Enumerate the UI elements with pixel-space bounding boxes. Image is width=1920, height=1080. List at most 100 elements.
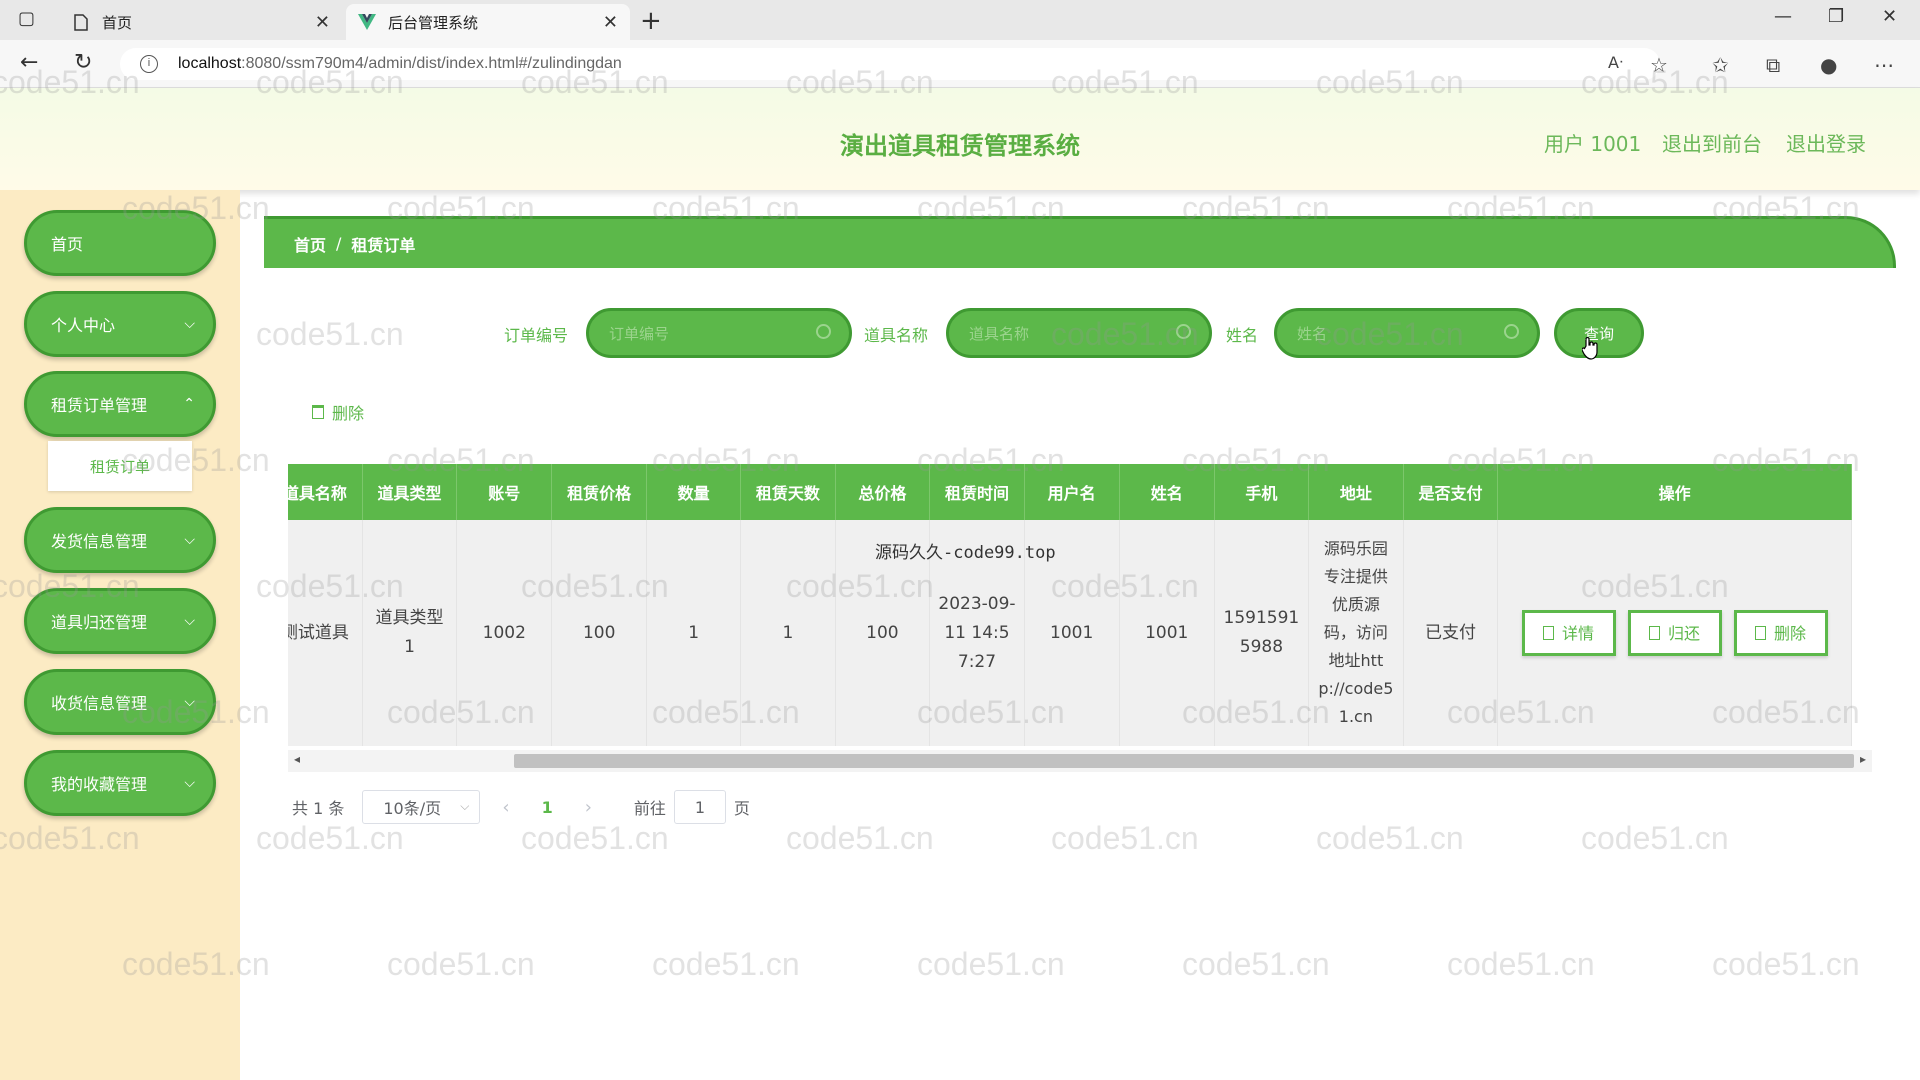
- column-header: 用户名: [1024, 464, 1120, 520]
- breadcrumb: 首页 / 租赁订单: [264, 216, 1896, 268]
- return-button[interactable]: 归还: [1627, 610, 1722, 656]
- trash-icon: [312, 405, 324, 419]
- sidebar-item-home[interactable]: 首页: [24, 210, 216, 276]
- restore-icon[interactable]: ❐: [1828, 6, 1844, 27]
- sidebar-item-favorites-management[interactable]: 我的收藏管理 ⌵: [24, 750, 216, 816]
- minimize-icon[interactable]: —: [1774, 6, 1792, 27]
- scroll-left-icon[interactable]: ◂: [294, 752, 300, 766]
- column-header: 道具名称: [288, 464, 363, 520]
- scrollbar-thumb[interactable]: [514, 754, 1854, 768]
- document-icon: [1543, 626, 1555, 640]
- app-header: 演出道具租赁管理系统 用户 1001 退出到前台 退出登录: [0, 88, 1920, 190]
- prop-name-input[interactable]: 道具名称: [946, 308, 1212, 358]
- sidebar-item-shipping-management[interactable]: 发货信息管理 ⌵: [24, 507, 216, 573]
- scroll-right-icon[interactable]: ▸: [1860, 752, 1866, 766]
- new-tab-icon[interactable]: +: [640, 6, 662, 36]
- profile-avatar-icon[interactable]: ●: [1820, 53, 1837, 77]
- goto-page-input[interactable]: 1: [673, 790, 726, 824]
- browser-tab-admin[interactable]: 后台管理系统 ✕: [346, 4, 630, 40]
- search-icon: [1504, 324, 1519, 339]
- address-bar: ← ↻ i localhost:8080/ssm790m4/admin/dist…: [0, 40, 1920, 88]
- watermark: code51.cn: [1316, 820, 1464, 856]
- cell-address: 源码乐园专注提供优质源码，访问地址http://code51.cn: [1308, 520, 1404, 746]
- sidebar-subitem-label: 租赁订单: [89, 457, 150, 476]
- detail-button-label: 详情: [1562, 623, 1595, 643]
- name-input[interactable]: 姓名: [1274, 308, 1540, 358]
- browser-tab-home[interactable]: 首页 ✕: [60, 4, 342, 40]
- search-icon: [1176, 324, 1191, 339]
- sidebar-item-label: 我的收藏管理: [51, 775, 148, 794]
- logout-link[interactable]: 退出登录: [1786, 128, 1866, 157]
- watermark: code51.cn: [1712, 946, 1860, 982]
- row-delete-button[interactable]: 删除: [1733, 610, 1828, 656]
- column-header: 手机: [1214, 464, 1310, 520]
- current-page[interactable]: 1: [542, 798, 553, 817]
- current-user: 用户 1001: [1544, 132, 1642, 156]
- next-page-icon[interactable]: ›: [585, 797, 592, 818]
- url-host: localhost: [178, 55, 242, 72]
- name-placeholder: 姓名: [1297, 324, 1328, 343]
- detail-button[interactable]: 详情: [1521, 610, 1616, 656]
- site-info-icon[interactable]: i: [140, 55, 158, 73]
- collections-icon[interactable]: ⧉: [1766, 53, 1780, 77]
- sidebar-item-label: 道具归还管理: [51, 613, 148, 632]
- cell-days: 1: [740, 520, 836, 746]
- horizontal-scrollbar[interactable]: ◂ ▸: [288, 750, 1872, 772]
- cell-prop-name: 测试道具: [288, 520, 363, 746]
- cell-actions: 详情 归还 删除: [1497, 520, 1852, 746]
- column-header: 是否支付: [1403, 464, 1499, 520]
- breadcrumb-home[interactable]: 首页: [294, 232, 326, 256]
- tab-actions-icon[interactable]: ▢: [18, 8, 35, 29]
- overlay-watermark-text: 源码久久-code99.top: [875, 543, 1056, 563]
- mouse-cursor-icon: [1582, 336, 1598, 360]
- back-icon[interactable]: ←: [20, 50, 38, 75]
- batch-delete-button[interactable]: 删除: [312, 400, 364, 424]
- column-header: 数量: [646, 464, 742, 520]
- chevron-down-icon: ⌵: [184, 613, 195, 629]
- sidebar-item-personal-center[interactable]: 个人中心 ⌵: [24, 291, 216, 357]
- tab-label: 后台管理系统: [388, 13, 479, 32]
- document-icon: [1649, 626, 1661, 640]
- prev-page-icon[interactable]: ‹: [502, 797, 509, 818]
- favorite-add-icon[interactable]: ☆: [1650, 53, 1668, 77]
- window-close-icon[interactable]: ✕: [1882, 6, 1897, 27]
- url-field[interactable]: i localhost:8080/ssm790m4/admin/dist/ind…: [120, 48, 1660, 80]
- column-header: 租赁价格: [551, 464, 648, 520]
- watermark: code51.cn: [917, 946, 1065, 982]
- close-icon[interactable]: ✕: [603, 12, 618, 33]
- watermark: code51.cn: [1447, 946, 1595, 982]
- sidebar-item-label: 发货信息管理: [51, 532, 148, 551]
- order-no-input[interactable]: 订单编号: [586, 308, 852, 358]
- cell-quantity: 1: [646, 520, 742, 746]
- sidebar-subitem-rental-orders[interactable]: 租赁订单: [48, 441, 192, 491]
- tab-label: 首页: [102, 13, 133, 32]
- sidebar-item-receipt-management[interactable]: 收货信息管理 ⌵: [24, 669, 216, 735]
- prop-name-placeholder: 道具名称: [969, 324, 1030, 343]
- sidebar-item-label: 收货信息管理: [51, 694, 148, 713]
- table-header-row: 道具名称 道具类型 账号 租赁价格 数量 租赁天数 总价格 租赁时间 用户名 姓…: [288, 464, 1852, 520]
- cell-account: 1002: [456, 520, 553, 746]
- goto-page-value: 1: [694, 797, 706, 817]
- page-size-select[interactable]: 10条/页 ⌵: [362, 790, 481, 824]
- search-icon: [816, 324, 831, 339]
- total-count: 共 1 条: [292, 799, 345, 818]
- page-icon: [72, 13, 90, 31]
- more-icon[interactable]: ⋯: [1874, 53, 1894, 77]
- cell-paid: 已支付: [1403, 520, 1499, 746]
- sidebar-item-label: 首页: [51, 235, 84, 254]
- sidebar-item-return-management[interactable]: 道具归还管理 ⌵: [24, 588, 216, 654]
- return-button-label: 归还: [1668, 623, 1701, 643]
- back-to-front-link[interactable]: 退出到前台: [1662, 128, 1762, 157]
- column-header: 总价格: [835, 464, 931, 520]
- watermark: code51.cn: [387, 946, 535, 982]
- pagination: 共 1 条 10条/页 ⌵ ‹ 1 › 前往 1 页: [292, 790, 750, 824]
- sidebar-item-order-management[interactable]: 租赁订单管理 ⌃: [24, 371, 216, 437]
- favorites-icon[interactable]: ✩: [1712, 53, 1729, 77]
- chevron-down-icon: ⌵: [460, 799, 470, 813]
- reload-icon[interactable]: ↻: [74, 50, 92, 75]
- read-aloud-icon[interactable]: Aᐧ: [1608, 53, 1623, 72]
- breadcrumb-current: 租赁订单: [351, 235, 416, 255]
- watermark: code51.cn: [256, 316, 404, 352]
- column-header: 姓名: [1119, 464, 1215, 520]
- close-icon[interactable]: ✕: [315, 12, 330, 33]
